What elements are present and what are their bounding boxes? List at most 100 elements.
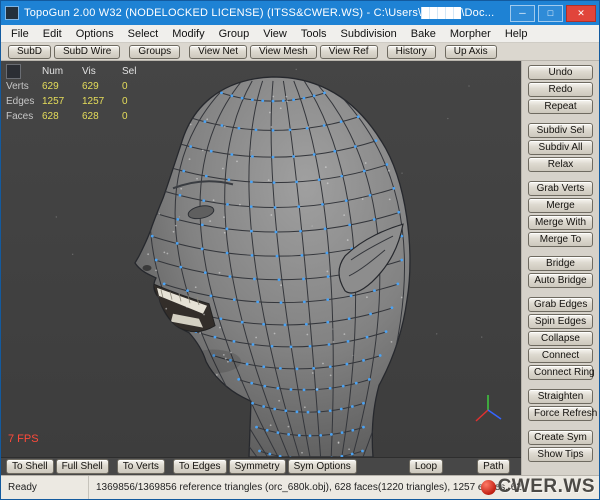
toolbar-group: SubDSubD Wire [8, 45, 120, 59]
tool-button-auto-bridge[interactable]: Auto Bridge [528, 273, 593, 288]
tool-group: Grab Edges Spin Edges Collapse Connect Conne… [528, 297, 593, 382]
stat-num-value: 1257 [42, 96, 82, 107]
tool-button-connect[interactable]: Connect [528, 348, 593, 363]
minimize-button[interactable]: ─ [510, 5, 535, 22]
main-area: NumVisSelVerts6296290Edges125712570Faces… [1, 61, 599, 475]
toolbar-button-groups[interactable]: Groups [129, 45, 180, 59]
stats-row-verts: Verts6296290 [6, 79, 148, 94]
toolbar-button-view-mesh[interactable]: View Mesh [250, 45, 317, 59]
window-controls: ─ □ ✕ [507, 5, 596, 22]
stats-col-num: Num [42, 66, 82, 77]
viewport-3d[interactable]: NumVisSelVerts6296290Edges125712570Faces… [1, 61, 521, 457]
toolbar-button-subd[interactable]: SubD [8, 45, 51, 59]
menu-bake[interactable]: Bake [404, 28, 443, 40]
tool-button-straighten[interactable]: Straighten [528, 389, 593, 404]
tool-button-undo[interactable]: Undo [528, 65, 593, 80]
bottom-button-path[interactable]: Path [477, 459, 510, 474]
tool-button-redo[interactable]: Redo [528, 82, 593, 97]
watermark-text: CWER.WS [498, 476, 595, 498]
toolbar-group: Groups [129, 45, 180, 59]
menu-select[interactable]: Select [121, 28, 166, 40]
tool-button-subdiv-all[interactable]: Subdiv All [528, 140, 593, 155]
tool-group: Straighten Force Refresh [528, 389, 593, 423]
tool-group: Create Sym Show Tips [528, 430, 593, 464]
menu-edit[interactable]: Edit [36, 28, 69, 40]
toolbar-button-view-ref[interactable]: View Ref [320, 45, 378, 59]
tool-button-create-sym[interactable]: Create Sym [528, 430, 593, 445]
maximize-button[interactable]: □ [538, 5, 563, 22]
stats-row-faces: Faces6286280 [6, 109, 148, 124]
tool-button-subdiv-sel[interactable]: Subdiv Sel [528, 123, 593, 138]
stat-sel-value: 0 [122, 96, 148, 107]
stat-vis-value: 628 [82, 111, 122, 122]
tool-button-relax[interactable]: Relax [528, 157, 593, 172]
stats-header-row: NumVisSel [6, 64, 148, 79]
menu-options[interactable]: Options [69, 28, 121, 40]
stat-vis-value: 1257 [82, 96, 122, 107]
tool-button-merge-with[interactable]: Merge With [528, 215, 593, 230]
bottom-button-loop[interactable]: Loop [409, 459, 443, 474]
toolbar-group: View NetView MeshView Ref [189, 45, 377, 59]
menu-help[interactable]: Help [498, 28, 535, 40]
tool-button-repeat[interactable]: Repeat [528, 99, 593, 114]
stats-row-edges: Edges125712570 [6, 94, 148, 109]
menu-bar: FileEditOptionsSelectModifyGroupViewTool… [1, 25, 599, 43]
stat-num-value: 628 [42, 111, 82, 122]
bottom-toolbar: To ShellFull Shell To Verts To EdgesSymmet… [1, 457, 521, 475]
tool-group: Undo Redo Repeat [528, 65, 593, 116]
bottom-button-sym-options[interactable]: Sym Options [288, 459, 357, 474]
tool-button-merge[interactable]: Merge [528, 198, 593, 213]
bottom-button-to-shell[interactable]: To Shell [6, 459, 54, 474]
fps-counter: 7 FPS [8, 433, 39, 445]
toolbar-button-up-axis[interactable]: Up Axis [445, 45, 497, 59]
stat-label: Faces [6, 111, 42, 122]
menu-subdivision[interactable]: Subdivision [334, 28, 404, 40]
bottom-button-full-shell[interactable]: Full Shell [56, 459, 109, 474]
tool-button-show-tips[interactable]: Show Tips [528, 447, 593, 462]
menu-morpher[interactable]: Morpher [443, 28, 498, 40]
bottom-button-to-edges[interactable]: To Edges [173, 459, 227, 474]
tool-group: Subdiv Sel Subdiv All Relax [528, 123, 593, 174]
tool-button-grab-verts[interactable]: Grab Verts [528, 181, 593, 196]
tool-group: Grab Verts Merge Merge With Merge To [528, 181, 593, 249]
axis-gizmo-icon [469, 392, 507, 433]
status-ready: Ready [1, 476, 89, 499]
top-toolbar: SubDSubD Wire Groups View NetView MeshView… [1, 43, 599, 61]
tools-panel: Undo Redo Repeat Subdiv Sel Subdiv All Relax G… [521, 61, 599, 475]
tool-button-spin-edges[interactable]: Spin Edges [528, 314, 593, 329]
close-button[interactable]: ✕ [566, 5, 596, 22]
bottom-button-to-verts[interactable]: To Verts [117, 459, 165, 474]
window-title: TopoGun 2.00 W32 (NODELOCKED LICENSE) (I… [24, 7, 507, 19]
stat-num-value: 629 [42, 81, 82, 92]
tool-button-grab-edges[interactable]: Grab Edges [528, 297, 593, 312]
stat-vis-value: 629 [82, 81, 122, 92]
bottom-group: To EdgesSymmetrySym Options [173, 459, 357, 474]
tool-button-force-refresh[interactable]: Force Refresh [528, 406, 593, 421]
menu-view[interactable]: View [256, 28, 294, 40]
stats-col-sel: Sel [122, 66, 148, 77]
menu-tools[interactable]: Tools [294, 28, 334, 40]
toolbar-button-history[interactable]: History [387, 45, 436, 59]
stat-label: Edges [6, 96, 42, 107]
toolbar-button-view-net[interactable]: View Net [189, 45, 247, 59]
tool-button-connect-ring[interactable]: Connect Ring [528, 365, 593, 380]
bottom-group: To ShellFull Shell [6, 459, 109, 474]
bottom-group: To Verts [117, 459, 165, 474]
status-bar: Ready 1369856/1369856 reference triangle… [1, 475, 599, 499]
toolbar-group: Up Axis [445, 45, 497, 59]
cwer-logo-icon [481, 480, 496, 495]
stat-label: Verts [6, 81, 42, 92]
stat-sel-value: 0 [122, 81, 148, 92]
toolbar-button-subd-wire[interactable]: SubD Wire [54, 45, 120, 59]
tool-button-bridge[interactable]: Bridge [528, 256, 593, 271]
menu-modify[interactable]: Modify [165, 28, 211, 40]
menu-file[interactable]: File [4, 28, 36, 40]
tool-button-merge-to[interactable]: Merge To [528, 232, 593, 247]
stat-sel-value: 0 [122, 111, 148, 122]
topogun-logo-icon [6, 64, 21, 79]
menu-group[interactable]: Group [212, 28, 257, 40]
bottom-button-symmetry[interactable]: Symmetry [229, 459, 286, 474]
app-icon [5, 6, 19, 20]
stats-col-vis: Vis [82, 66, 122, 77]
tool-button-collapse[interactable]: Collapse [528, 331, 593, 346]
